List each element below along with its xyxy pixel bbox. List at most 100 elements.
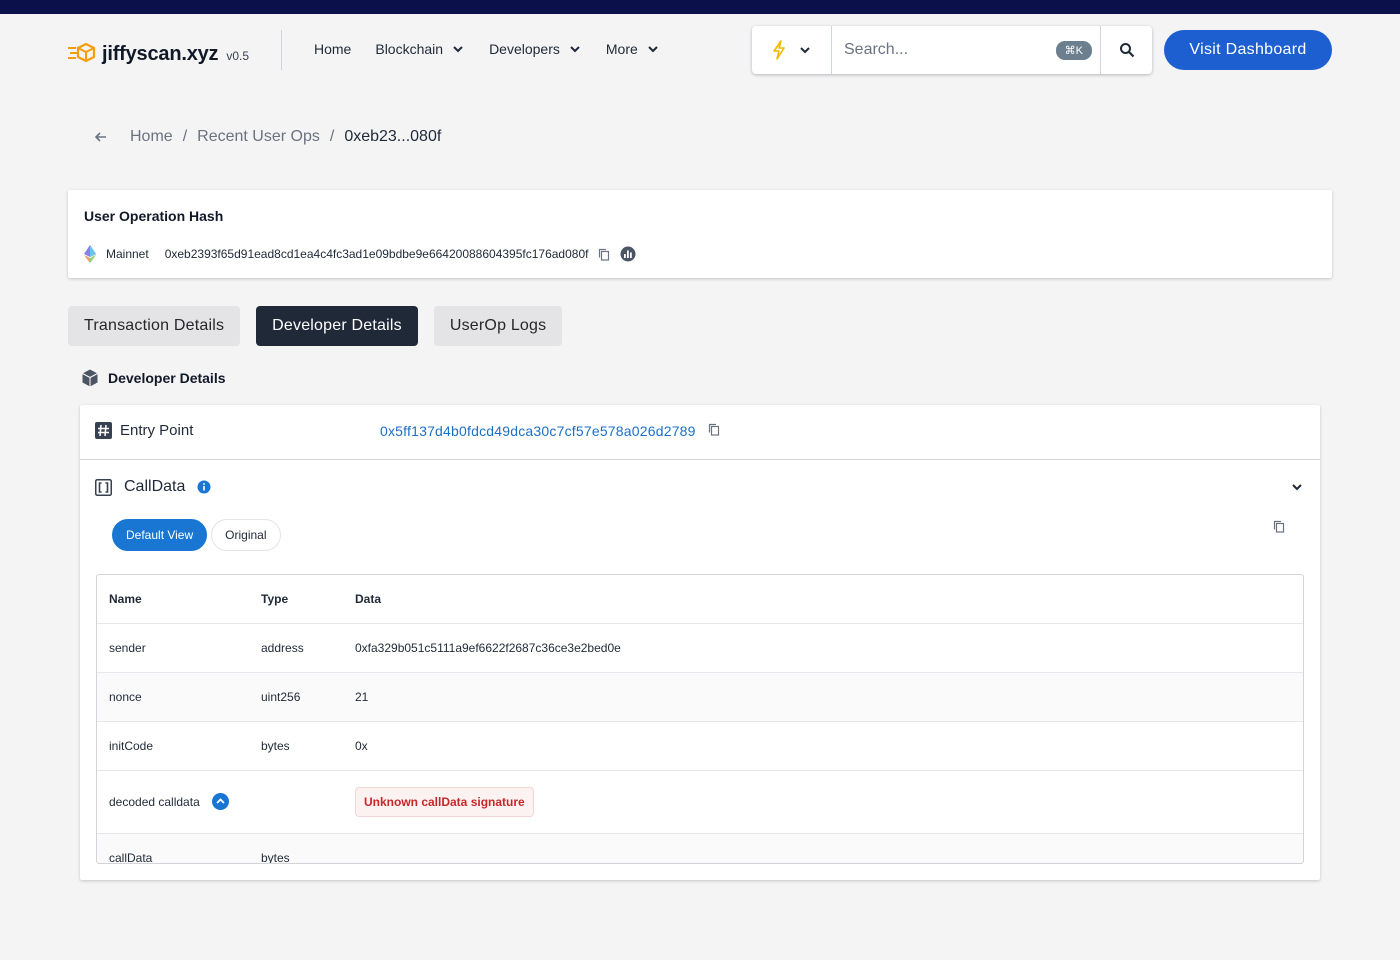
nav-home-label: Home <box>314 41 352 57</box>
nav-home[interactable]: Home <box>314 41 351 57</box>
header-divider <box>281 30 282 70</box>
table-row: nonce uint256 21 <box>97 672 1303 722</box>
shortcut-badge: ⌘K <box>1055 40 1092 60</box>
section-title-text: Developer Details <box>108 370 226 386</box>
nav-developers-label: Developers <box>489 41 560 57</box>
chevron-up-circle-icon[interactable] <box>211 793 229 810</box>
copy-hash-button[interactable] <box>598 248 610 261</box>
default-view-button[interactable]: Default View <box>112 519 208 551</box>
table-header-row: Name Type Data <box>97 575 1303 624</box>
main-nav: Home Blockchain Developers More <box>314 41 684 57</box>
cell-data <box>343 833 1303 863</box>
copy-icon <box>1273 520 1285 533</box>
copy-calldata-button[interactable] <box>1273 520 1285 538</box>
back-button[interactable] <box>94 130 108 144</box>
chevron-down-icon <box>453 46 463 53</box>
decoded-calldata-cell: decoded calldata <box>109 793 229 810</box>
entry-point-link[interactable]: 0x5ff137d4b0fdcd49dca30c7cf57e578a026d27… <box>380 423 696 439</box>
cell-name: callData <box>97 833 249 863</box>
breadcrumb-recent-user-ops[interactable]: Recent User Ops <box>197 128 320 146</box>
search-button[interactable] <box>1100 26 1152 74</box>
brackets-icon <box>95 478 112 496</box>
copy-entry-point-button[interactable] <box>696 423 720 439</box>
info-icon[interactable] <box>197 480 211 494</box>
tab-transaction-details[interactable]: Transaction Details <box>68 306 241 346</box>
original-view-button[interactable]: Original <box>211 519 281 551</box>
column-header-data: Data <box>343 575 1303 624</box>
table-row: initCode bytes 0x <box>97 721 1303 771</box>
search-icon <box>1119 43 1134 58</box>
cell-data: Unknown callData signature <box>343 770 1303 834</box>
cell-name: decoded calldata <box>97 770 249 834</box>
tenderly-link-button[interactable] <box>620 246 636 262</box>
breadcrumb: Home / Recent User Ops / 0xeb23...080f <box>94 128 441 146</box>
tab-developer-details[interactable]: Developer Details <box>256 306 418 346</box>
table-row: sender address 0xfa329b051c5111a9ef6622f… <box>97 623 1303 673</box>
lightning-icon <box>772 40 785 60</box>
chevron-down-icon <box>1292 484 1302 491</box>
column-header-type: Type <box>249 575 343 624</box>
cell-type: bytes <box>249 721 343 771</box>
calldata-collapse-button[interactable] <box>1290 480 1304 499</box>
visit-dashboard-button[interactable]: Visit Dashboard <box>1164 30 1332 70</box>
cell-type: bytes <box>249 833 343 863</box>
entry-point-label-text: Entry Point <box>120 422 194 439</box>
entry-point-row: Entry Point 0x5ff137d4b0fdcd49dca30c7cf5… <box>80 405 1320 460</box>
entry-point-label: Entry Point <box>95 422 193 439</box>
table-row: callData bytes <box>97 833 1303 863</box>
developer-details-card: Entry Point 0x5ff137d4b0fdcd49dca30c7cf5… <box>80 405 1320 880</box>
chevron-down-icon <box>799 47 810 54</box>
detail-tabs: Transaction Details Developer Details Us… <box>68 306 563 346</box>
column-header-name: Name <box>97 575 249 624</box>
tab-userop-logs[interactable]: UserOp Logs <box>433 306 563 346</box>
site-header: jiffyscan.xyz v0.5 Home Blockchain Devel… <box>0 14 1400 86</box>
cell-name: nonce <box>97 672 249 722</box>
chevron-down-icon <box>648 46 658 53</box>
nav-blockchain-label: Blockchain <box>375 41 444 57</box>
unknown-signature-badge: Unknown callData signature <box>355 786 534 817</box>
top-accent-bar <box>0 0 1400 14</box>
version-label: v0.5 <box>226 49 250 63</box>
cell-type <box>249 770 343 834</box>
calldata-table: Name Type Data sender address 0xfa329b05… <box>97 575 1303 863</box>
calldata-table-container[interactable]: Name Type Data sender address 0xfa329b05… <box>96 574 1304 864</box>
cell-data: 0xfa329b051c5111a9ef6622f2687c36ce3e2bed… <box>343 623 1303 673</box>
user-op-hash-value: 0xeb2393f65d91ead8cd1ea4c4fc3ad1e09bdbe9… <box>164 247 589 261</box>
nav-blockchain[interactable]: Blockchain <box>375 41 465 57</box>
search-bar: ⌘K <box>752 26 1152 74</box>
hash-icon <box>95 422 112 439</box>
brand-logo[interactable]: jiffyscan.xyz v0.5 <box>68 40 249 66</box>
network-label: Mainnet <box>106 247 149 261</box>
hash-row: Mainnet 0xeb2393f65d91ead8cd1ea4c4fc3ad1… <box>84 245 636 263</box>
user-op-hash-card: User Operation Hash Mainnet 0xeb2393f65d… <box>68 190 1332 278</box>
cell-data: 21 <box>343 672 1303 722</box>
search-input[interactable] <box>832 26 1056 74</box>
chain-selector[interactable] <box>752 26 832 74</box>
arrow-left-icon <box>94 132 106 142</box>
cell-data: 0x <box>343 721 1303 771</box>
table-row: decoded calldata Unknown callData signat… <box>97 770 1303 834</box>
nav-developers[interactable]: Developers <box>489 41 582 57</box>
decoded-calldata-label: decoded calldata <box>109 794 200 809</box>
hash-card-title: User Operation Hash <box>84 208 224 224</box>
nav-more-label: More <box>605 41 638 57</box>
cell-name: sender <box>97 623 249 673</box>
tenderly-icon <box>620 246 636 262</box>
breadcrumb-home[interactable]: Home <box>130 128 173 146</box>
copy-icon <box>708 423 719 436</box>
ethereum-icon <box>84 245 96 263</box>
brand-name: jiffyscan.xyz <box>102 43 219 65</box>
cell-type: uint256 <box>249 672 343 722</box>
breadcrumb-current: 0xeb23...080f <box>344 128 442 145</box>
cell-type: address <box>249 623 343 673</box>
breadcrumb-separator: / <box>182 128 188 145</box>
calldata-view-toggle: Default View Original <box>112 519 281 551</box>
developer-section-title: Developer Details <box>82 369 226 387</box>
breadcrumb-separator: / <box>329 128 335 145</box>
nav-more[interactable]: More <box>606 41 660 57</box>
cell-name: initCode <box>97 721 249 771</box>
calldata-label: CallData <box>124 478 186 495</box>
copy-icon <box>599 248 610 261</box>
cube-icon <box>82 369 98 387</box>
chevron-down-icon <box>570 46 580 53</box>
